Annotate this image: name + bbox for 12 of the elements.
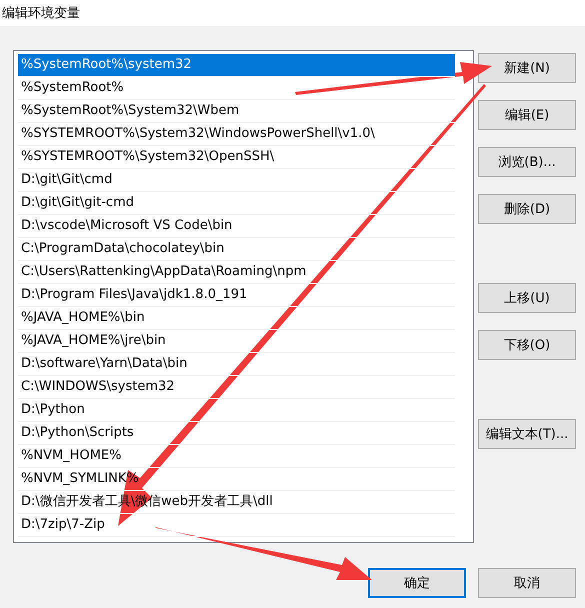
action-button[interactable]: 编辑(E) xyxy=(478,100,576,130)
path-item[interactable]: %SystemRoot%\System32\Wbem xyxy=(18,100,455,123)
cancel-button[interactable]: 取消 xyxy=(478,568,576,598)
action-button[interactable]: 浏览(B)... xyxy=(478,147,576,177)
path-item[interactable]: %SystemRoot%\system32 xyxy=(18,54,455,77)
ok-button[interactable]: 确定 xyxy=(368,568,466,598)
action-button[interactable]: 新建(N) xyxy=(478,53,576,83)
action-button[interactable]: 编辑文本(T)... xyxy=(478,419,576,449)
window-title: 编辑环境变量 xyxy=(0,0,585,26)
action-button[interactable]: 下移(O) xyxy=(478,330,576,360)
action-button[interactable]: 上移(U) xyxy=(478,283,576,313)
action-button[interactable]: 删除(D) xyxy=(478,194,576,224)
